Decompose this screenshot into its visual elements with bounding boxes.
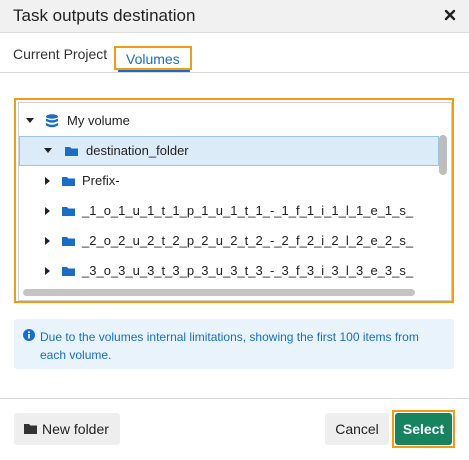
database-icon xyxy=(46,114,58,128)
tree-item-label: destination_folder xyxy=(86,143,189,158)
caret-right-icon[interactable] xyxy=(41,166,53,196)
tree-item-label: Prefix- xyxy=(82,173,120,188)
caret-right-icon[interactable] xyxy=(41,226,53,256)
tree-item-folder[interactable]: _3_o_3_u_3_t_3_p_3_u_3_t_3_-_3_f_3_i_3_l… xyxy=(19,256,439,286)
vertical-scrollbar-thumb[interactable] xyxy=(439,135,447,175)
tree-item-folder[interactable]: _2_o_2_u_2_t_2_p_2_u_2_t_2_-_2_f_2_i_2_l… xyxy=(19,226,439,256)
tree-item-folder[interactable]: _1_o_1_u_1_t_1_p_1_u_1_t_1_-_1_f_1_i_1_l… xyxy=(19,196,439,226)
vertical-scrollbar[interactable] xyxy=(439,105,447,277)
info-message: Due to the volumes internal limitations,… xyxy=(14,319,454,369)
caret-right-icon[interactable] xyxy=(41,256,53,286)
tab-bar: Current Project Volumes xyxy=(0,33,469,73)
folder-icon xyxy=(62,177,75,186)
info-icon xyxy=(23,329,35,341)
tree-item-label: My volume xyxy=(67,113,130,128)
dialog-header: Task outputs destination xyxy=(0,0,469,33)
new-folder-label: New folder xyxy=(42,421,109,437)
horizontal-scrollbar[interactable] xyxy=(23,289,415,296)
active-tab-indicator xyxy=(118,70,190,72)
select-button[interactable]: Select xyxy=(395,413,452,445)
volume-tree[interactable]: My volume destination_folder Prefix- _1_… xyxy=(18,102,452,301)
folder-icon xyxy=(65,147,78,156)
folder-icon xyxy=(62,237,75,246)
tab-volumes[interactable]: Volumes xyxy=(114,46,192,70)
folder-icon xyxy=(62,207,75,216)
caret-down-icon[interactable] xyxy=(24,106,36,136)
dialog-title: Task outputs destination xyxy=(13,6,196,25)
tree-item-folder[interactable]: Prefix- xyxy=(19,166,439,196)
info-text: Due to the volumes internal limitations,… xyxy=(40,330,419,362)
caret-down-icon[interactable] xyxy=(42,136,54,166)
folder-icon xyxy=(62,267,75,276)
dialog-footer: New folder Cancel Select xyxy=(0,398,469,460)
tree-item-volume[interactable]: My volume xyxy=(19,106,439,136)
volume-tree-panel: My volume destination_folder Prefix- _1_… xyxy=(14,98,454,303)
cancel-button[interactable]: Cancel xyxy=(325,413,389,445)
tree-item-label: _3_o_3_u_3_t_3_p_3_u_3_t_3_-_3_f_3_i_3_l… xyxy=(82,263,414,278)
tab-current-project[interactable]: Current Project xyxy=(13,46,107,62)
new-folder-button[interactable]: New folder xyxy=(14,413,120,445)
close-icon[interactable] xyxy=(443,8,457,22)
tree-item-label: _2_o_2_u_2_t_2_p_2_u_2_t_2_-_2_f_2_i_2_l… xyxy=(82,233,414,248)
caret-right-icon[interactable] xyxy=(41,196,53,226)
folder-icon xyxy=(24,424,37,434)
tree-item-selected-folder[interactable]: destination_folder xyxy=(19,136,439,166)
tree-item-label: _1_o_1_u_1_t_1_p_1_u_1_t_1_-_1_f_1_i_1_l… xyxy=(82,203,414,218)
